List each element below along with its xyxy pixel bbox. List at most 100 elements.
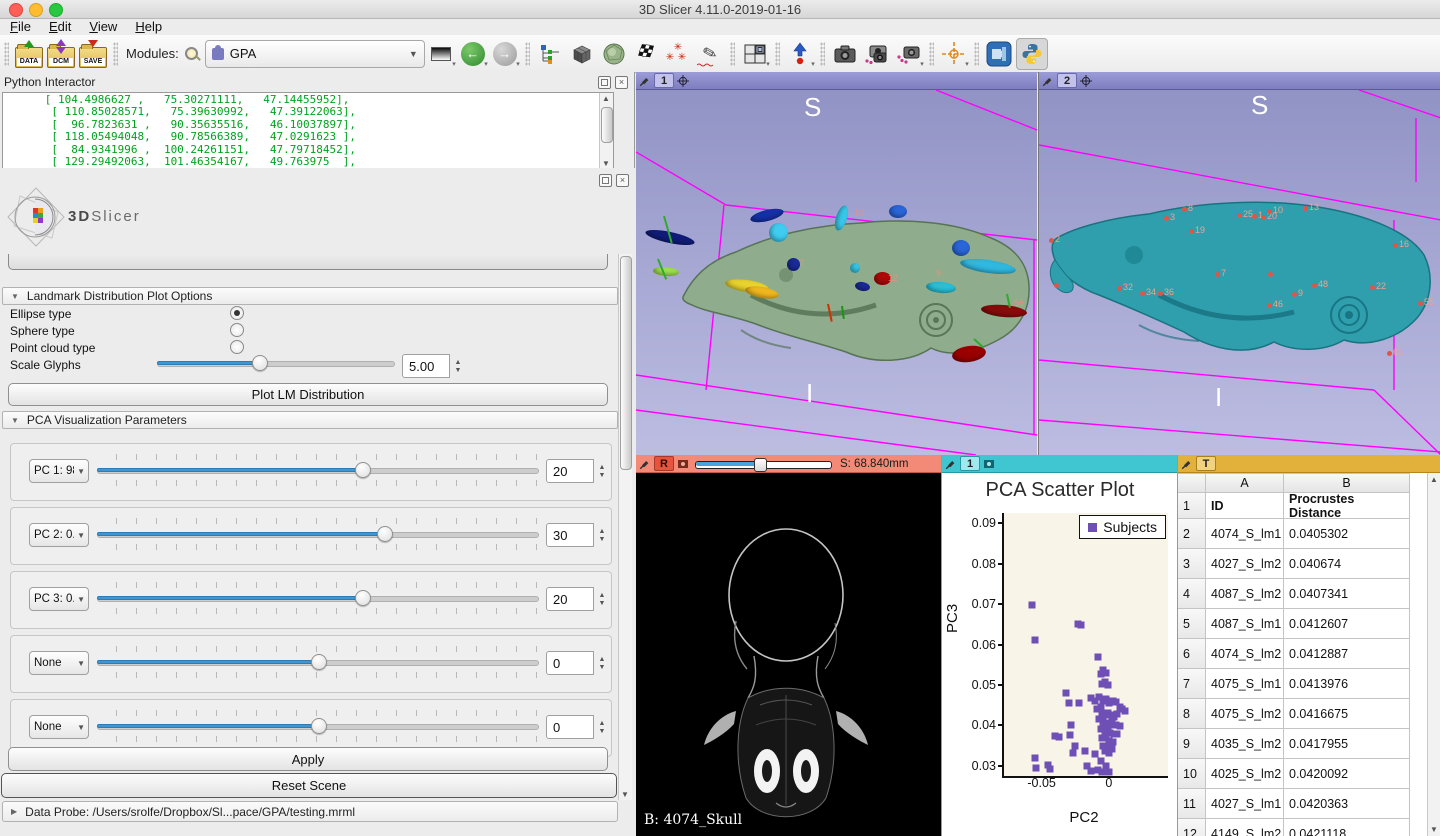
reset-scene-button[interactable]: Reset Scene	[1, 773, 617, 798]
pc-weight-spinbox[interactable]: 0▲▼	[546, 651, 610, 675]
table-cell[interactable]: 0.0405302	[1284, 519, 1410, 549]
close-panel-button[interactable]: ×	[615, 76, 628, 89]
pc-component-selector[interactable]: None▼	[29, 715, 89, 739]
pc-weight-spinbox[interactable]: 20▲▼	[546, 587, 610, 611]
pin-icon[interactable]	[1181, 458, 1193, 470]
radio-ellipse-type[interactable]	[230, 306, 244, 320]
table-cell[interactable]: Procrustes Distance	[1284, 493, 1410, 519]
table-cell[interactable]: 4027_S_lm2	[1206, 549, 1284, 579]
float-panel-button[interactable]	[598, 76, 611, 89]
scrollbar-thumb[interactable]	[620, 256, 632, 470]
scroll-down-icon[interactable]: ▼	[1428, 825, 1440, 834]
python-console[interactable]: [ 104.4986627 , 75.30271111, 47.14455952…	[2, 92, 614, 170]
slider-handle[interactable]	[252, 355, 268, 371]
table-scrollbar[interactable]: ▲ ▼	[1427, 473, 1440, 836]
column-header[interactable]	[1178, 473, 1206, 493]
slider-handle[interactable]	[311, 654, 327, 670]
table-cell[interactable]: 0.0416675	[1284, 699, 1410, 729]
plot-area[interactable]: Subjects 0.030.040.050.060.070.080.09-0.…	[1002, 513, 1168, 778]
scroll-up-icon[interactable]: ▲	[600, 94, 612, 103]
pc-weight-spinbox[interactable]: 20▲▼	[546, 459, 610, 483]
scale-glyphs-spinbox[interactable]: 5.00 ▲▼	[402, 354, 466, 378]
pc-weight-value[interactable]: 20	[546, 459, 594, 483]
load-dicom-button[interactable]: DCM	[46, 39, 76, 69]
pc-weight-value[interactable]: 0	[546, 715, 594, 739]
spin-arrows[interactable]: ▲▼	[594, 523, 610, 547]
table-cell[interactable]: 4027_S_lm1	[1206, 789, 1284, 819]
slice-offset-slider[interactable]	[695, 458, 832, 470]
slider-handle[interactable]	[377, 526, 393, 542]
partially-visible-button[interactable]	[8, 254, 608, 270]
spin-arrows[interactable]: ▲▼	[594, 715, 610, 739]
spin-arrows[interactable]: ▲▼	[594, 651, 610, 675]
module-history-button[interactable]: ▾	[426, 39, 456, 69]
pc-weight-value[interactable]: 20	[546, 587, 594, 611]
pc-component-selector[interactable]: PC 3: 0.2▼	[29, 587, 89, 611]
pin-icon[interactable]	[639, 458, 651, 470]
module-search-icon[interactable]	[185, 47, 199, 61]
plot-lm-distribution-button[interactable]: Plot LM Distribution	[8, 383, 608, 406]
layout-selector-button[interactable]: ▾	[740, 39, 770, 69]
load-data-button[interactable]: DATA	[14, 39, 44, 69]
table-cell[interactable]: 0.0412887	[1284, 639, 1410, 669]
slider-handle[interactable]	[355, 462, 371, 478]
pc-weight-slider[interactable]	[97, 655, 539, 669]
annotations-module-button[interactable]: ✎	[695, 39, 725, 69]
markups-module-button[interactable]: ✳ ✳ ✳	[663, 39, 693, 69]
menu-help[interactable]: Help	[135, 19, 162, 34]
scene-view-capture-button[interactable]	[862, 39, 892, 69]
radio-point-cloud-type[interactable]	[230, 340, 244, 354]
crosshair-button[interactable]: ▾	[939, 39, 969, 69]
slider-handle[interactable]	[754, 458, 767, 472]
table-cell[interactable]: 4149_S_lm2	[1206, 819, 1284, 836]
landmark-options-section-header[interactable]: ▼ Landmark Distribution Plot Options	[2, 287, 618, 305]
table-cell[interactable]: ID	[1206, 493, 1284, 519]
table-cell[interactable]: 4074_S_lm1	[1206, 519, 1284, 549]
mouse-place-mode-button[interactable]: ▾	[785, 39, 815, 69]
table-cell[interactable]: 0.040674	[1284, 549, 1410, 579]
pin-icon[interactable]	[945, 458, 957, 470]
spin-arrows[interactable]: ▲▼	[450, 354, 466, 378]
column-header[interactable]: A	[1206, 473, 1284, 493]
scroll-up-icon[interactable]: ▲	[1428, 475, 1440, 484]
pc-weight-spinbox[interactable]: 30▲▼	[546, 523, 610, 547]
table-cell[interactable]: 0.0421118	[1284, 819, 1410, 836]
menu-file[interactable]: File	[10, 19, 31, 34]
table-cell[interactable]: 0.0420092	[1284, 759, 1410, 789]
table-cell[interactable]: 4074_S_lm2	[1206, 639, 1284, 669]
pin-icon[interactable]	[1042, 75, 1054, 87]
console-scrollbar[interactable]: ▲ ▼	[599, 93, 613, 169]
pc-component-selector[interactable]: PC 2: 0.2▼	[29, 523, 89, 547]
table-cell[interactable]: 0.0413976	[1284, 669, 1410, 699]
red-slice-render-area[interactable]: B: 4074_Skull	[636, 473, 941, 836]
view2-render-area[interactable]: 2381925120101316748922465563323436 S I	[1039, 90, 1440, 455]
pc-component-selector[interactable]: PC 1: 98▼	[29, 459, 89, 483]
module-back-button[interactable]: ← ▾	[458, 39, 488, 69]
scene-views-button[interactable]: ▾	[894, 39, 924, 69]
menu-view[interactable]: View	[89, 19, 117, 34]
menu-edit[interactable]: Edit	[49, 19, 71, 34]
data-module-button[interactable]	[567, 39, 597, 69]
pc-weight-slider[interactable]	[97, 719, 539, 733]
pca-parameters-section-header[interactable]: ▼ PCA Visualization Parameters	[2, 411, 618, 429]
scrollbar-thumb[interactable]	[601, 107, 613, 143]
spin-arrows[interactable]: ▲▼	[594, 459, 610, 483]
scale-glyphs-slider[interactable]	[157, 356, 395, 370]
module-panel-scrollbar[interactable]: ▼	[618, 254, 632, 800]
table-cell[interactable]: 4035_S_lm2	[1206, 729, 1284, 759]
screenshot-button[interactable]	[830, 39, 860, 69]
pc-weight-slider[interactable]	[97, 527, 539, 541]
save-button[interactable]: SAVE	[78, 39, 108, 69]
table-cell[interactable]: 0.0412607	[1284, 609, 1410, 639]
pin-icon[interactable]	[639, 75, 651, 87]
table-cell[interactable]: 0.0420363	[1284, 789, 1410, 819]
scroll-down-icon[interactable]: ▼	[600, 159, 612, 168]
pc-weight-value[interactable]: 30	[546, 523, 594, 547]
pc-weight-spinbox[interactable]: 0▲▼	[546, 715, 610, 739]
subject-hierarchy-module-button[interactable]	[535, 39, 565, 69]
module-selector[interactable]: GPA ▼	[205, 40, 425, 68]
extensions-manager-button[interactable]	[984, 39, 1014, 69]
slice-menu-icon[interactable]	[677, 458, 689, 470]
spin-arrows[interactable]: ▲▼	[594, 587, 610, 611]
transforms-module-button[interactable]	[631, 39, 661, 69]
